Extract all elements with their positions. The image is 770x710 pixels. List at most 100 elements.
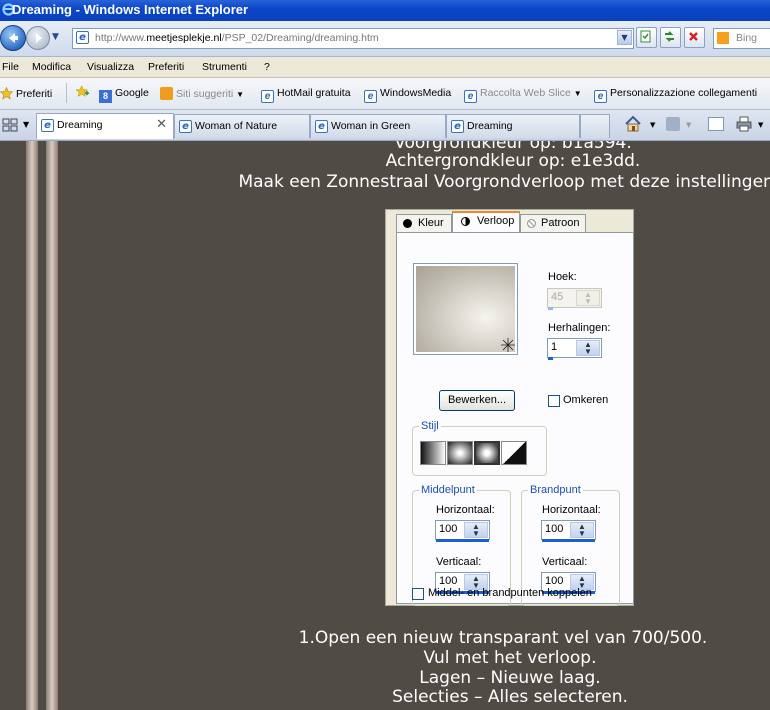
home-dropdown-icon[interactable]: ▼ — [650, 121, 655, 129]
address-dropdown-icon[interactable]: ▼ — [617, 30, 632, 45]
mid-vertical-label: Verticaal: — [436, 556, 482, 568]
fav-customize-links[interactable]: e Personalizzazione collegamenti — [594, 87, 757, 103]
ie-page-icon: e — [451, 120, 464, 133]
invert-label: Omkeren — [563, 394, 609, 406]
spinner-arrows-icon[interactable]: ▲ ▼ — [576, 340, 600, 356]
tab-dreaming[interactable]: e Dreaming — [446, 114, 580, 138]
page-icon: e — [76, 31, 89, 44]
refresh-button[interactable] — [660, 27, 681, 48]
style-group: Stijl — [412, 420, 547, 476]
stop-button[interactable] — [684, 27, 705, 48]
menu-help[interactable]: ? — [264, 61, 270, 73]
menu-file[interactable]: File — [2, 61, 19, 73]
print-dropdown-icon[interactable]: ▼ — [758, 121, 763, 129]
back-arrow-icon — [9, 33, 18, 43]
focal-horizontal-input[interactable]: 100 ▲ ▼ — [541, 520, 596, 542]
menu-preferiti[interactable]: Preferiti — [148, 61, 184, 73]
ie-page-icon: e — [364, 90, 377, 103]
fav-web-slice[interactable]: e Raccolta Web Slice ▼ — [464, 87, 582, 103]
ie-page-icon: e — [41, 119, 54, 132]
midpoint-group-label: Middelpunt — [419, 484, 477, 496]
mid-horizontal-label: Horizontaal: — [436, 504, 495, 516]
address-input[interactable]: e http://www.meetjesplekje.nl/PSP_02/Dre… — [72, 28, 634, 49]
tab-woman-of-nature[interactable]: e Woman of Nature — [174, 114, 310, 138]
fav-windowsmedia[interactable]: e WindowsMedia — [364, 87, 451, 103]
tab-bar: ▼ e Dreaming ✕ e Woman of Nature e Woman… — [0, 110, 770, 141]
herhalingen-input[interactable]: 1 ▲ ▼ — [547, 338, 602, 360]
hoek-input[interactable]: 45 ▲ ▼ — [547, 288, 602, 310]
address-toolbar: ▼ e http://www.meetjesplekje.nl/PSP_02/D… — [0, 21, 770, 57]
dropdown-arrow-icon: ▼ — [573, 89, 582, 98]
back-button[interactable] — [0, 25, 26, 51]
verloop-panel: Hoek: 45 ▲ ▼ Herhalingen: 1 ▲ ▼ Bewerken..… — [396, 232, 634, 606]
instruction-line: Vul met het verloop. — [423, 648, 597, 668]
suggested-sites-icon — [160, 87, 173, 100]
compatibility-view-button[interactable] — [636, 27, 657, 48]
style-rectangular-button[interactable] — [447, 441, 473, 465]
add-to-favorites-button[interactable] — [76, 85, 92, 98]
new-tab-button[interactable] — [580, 114, 610, 138]
fav-hotmail[interactable]: e HotMail gratuita — [261, 87, 351, 103]
star-icon — [0, 87, 13, 100]
hoek-label: Hoek: — [548, 271, 577, 283]
menu-strumenti[interactable]: Strumenti — [202, 61, 247, 73]
search-input[interactable]: Bing — [713, 28, 770, 49]
dropdown-arrow-icon: ▼ — [236, 90, 245, 99]
value-bar — [542, 539, 595, 542]
gradient-preview[interactable] — [413, 263, 518, 355]
style-sunburst-button[interactable] — [474, 441, 500, 465]
bing-icon — [717, 32, 729, 44]
menu-visualizza[interactable]: Visualizza — [87, 61, 134, 73]
tab-kleur[interactable]: Kleur — [396, 214, 452, 232]
style-linear-button[interactable] — [420, 441, 446, 465]
favorites-button[interactable]: Preferiti — [0, 87, 52, 100]
spinner-arrows-icon[interactable]: ▲ ▼ — [570, 522, 594, 538]
printer-icon — [736, 116, 752, 132]
tab-dreaming-active[interactable]: e Dreaming ✕ — [36, 113, 174, 139]
close-tab-icon[interactable]: ✕ — [156, 117, 167, 132]
ie-page-icon: e — [315, 120, 328, 133]
instruction-line: 1.Open een nieuw transparant vel van 700… — [298, 628, 708, 648]
quick-tabs-icon[interactable] — [2, 117, 18, 133]
feeds-icon[interactable] — [666, 117, 680, 131]
feeds-dropdown-icon[interactable]: ▼ — [686, 121, 691, 129]
page-content: Voorgrondkleur op: b1a594. Achtergrondkl… — [0, 141, 770, 710]
google-icon: 8 — [99, 90, 112, 103]
color-circle-icon — [403, 219, 412, 228]
focal-vertical-label: Verticaal: — [542, 556, 588, 568]
menu-modifica[interactable]: Modifica — [32, 61, 71, 73]
style-radial-button[interactable] — [501, 441, 527, 465]
refresh-icon — [665, 31, 674, 42]
mid-horizontal-input[interactable]: 100 ▲ ▼ — [435, 520, 490, 542]
tab-verloop[interactable]: Verloop — [452, 211, 520, 233]
spinner-arrows-icon[interactable]: ▲ ▼ — [464, 522, 488, 538]
instruction-line: Lagen – Nieuwe laag. — [419, 668, 601, 688]
decorative-stripe — [46, 141, 58, 710]
link-points-label: Middel- en brandpunten koppelen — [428, 587, 592, 599]
forward-button[interactable] — [26, 26, 50, 50]
value-bar — [436, 539, 489, 542]
invert-checkbox[interactable] — [548, 395, 560, 407]
window-title: Dreaming - Windows Internet Explorer — [12, 2, 249, 17]
tab-woman-in-green[interactable]: e Woman in Green — [310, 114, 446, 138]
history-dropdown-icon[interactable]: ▼ — [52, 32, 59, 42]
home-icon — [625, 115, 641, 132]
read-mail-icon[interactable] — [708, 117, 724, 131]
tab-patroon[interactable]: Patroon — [520, 214, 586, 232]
fav-google[interactable]: 8 Google — [99, 87, 149, 103]
ie-page-icon: e — [261, 90, 274, 103]
fav-suggested-sites[interactable]: Siti suggeriti ▼ — [160, 87, 244, 100]
tab-list-dropdown-icon[interactable]: ▼ — [23, 120, 29, 129]
print-button[interactable] — [736, 116, 752, 135]
menu-bar: File Modifica Visualizza Preferiti Strum… — [0, 57, 770, 78]
spinner-arrows-icon[interactable]: ▲ ▼ — [576, 290, 600, 306]
separator — [66, 83, 67, 103]
link-points-checkbox[interactable] — [412, 588, 424, 600]
crosshair-icon — [501, 338, 515, 352]
edit-button[interactable]: Bewerken... — [439, 390, 515, 411]
instruction-line: Selecties – Alles selecteren. — [392, 687, 628, 707]
ie-page-icon: e — [179, 120, 192, 133]
focal-horizontal-label: Horizontaal: — [542, 504, 601, 516]
home-button[interactable] — [624, 115, 642, 136]
url-text: http://www.meetjesplekje.nl/PSP_02/Dream… — [95, 32, 379, 44]
